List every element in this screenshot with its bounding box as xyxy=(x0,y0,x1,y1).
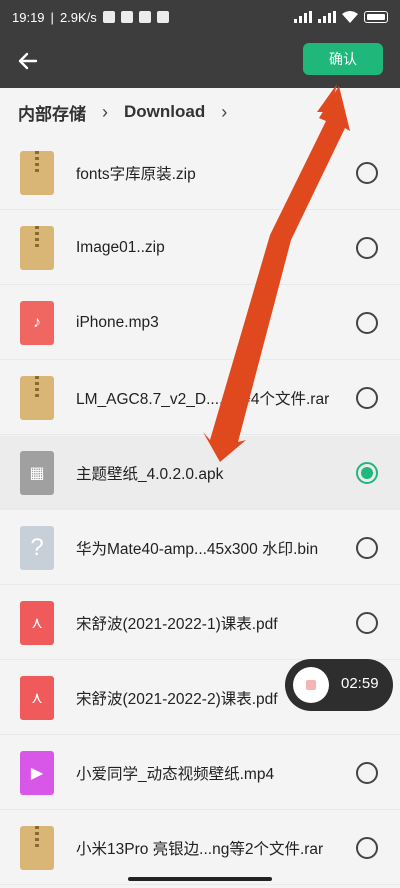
zip-file-icon xyxy=(20,375,54,420)
radio-unselected[interactable] xyxy=(356,161,378,184)
breadcrumb-root[interactable]: 内部存储 xyxy=(18,100,86,125)
file-name: 小爱同学_动态视频壁纸.mp4 xyxy=(76,765,275,783)
zipper-mark xyxy=(35,150,39,173)
status-bar: 19:19 | 2.9K/s xyxy=(0,0,400,34)
radio-unselected[interactable] xyxy=(356,386,378,409)
file-name: iPhone.mp3 xyxy=(76,313,159,331)
mp4-file-icon: ▶ xyxy=(20,750,54,795)
confirm-button[interactable]: 确认 xyxy=(303,43,383,75)
mp3-file-icon: ♪ xyxy=(20,300,54,345)
screen-recorder-widget[interactable]: 02:59 xyxy=(285,659,393,711)
file-name: 主题壁纸_4.0.2.0.apk xyxy=(76,465,224,483)
zipper-mark xyxy=(35,825,39,848)
pdf-file-icon: ⋏ xyxy=(20,600,54,645)
chevron-right-icon: › xyxy=(102,101,108,122)
chevron-right-icon: › xyxy=(221,101,228,122)
zip-file-icon xyxy=(20,825,54,870)
file-name: fonts字库原装.zip xyxy=(76,165,196,183)
home-indicator[interactable] xyxy=(128,877,272,881)
battery-icon xyxy=(364,11,388,23)
radio-selected[interactable] xyxy=(356,461,378,484)
file-name: 小米13Pro 亮银边...ng等2个文件.rar xyxy=(76,840,324,858)
file-name: LM_AGC8.7_v2_D.....c等4个文件.rar xyxy=(76,390,330,408)
back-arrow-icon[interactable] xyxy=(14,47,42,75)
file-row[interactable]: ♪ iPhone.mp3 xyxy=(0,286,400,360)
bin-file-icon: ? xyxy=(20,525,54,570)
apk-file-icon: ▦ xyxy=(20,450,54,495)
file-list: fonts字库原装.zip Image01..zip ♪ iPhone.mp3 LM_A… xyxy=(0,136,400,888)
signal-icon-2 xyxy=(318,11,336,23)
radio-unselected[interactable] xyxy=(356,236,378,259)
breadcrumb: 内部存储 › Download › xyxy=(0,88,400,136)
radio-unselected[interactable] xyxy=(356,311,378,334)
file-row[interactable]: 小米13Pro 亮银边...ng等2个文件.rar xyxy=(0,811,400,885)
signal-icon xyxy=(294,11,312,23)
stop-record-icon[interactable] xyxy=(293,667,329,703)
radio-unselected[interactable] xyxy=(356,836,378,859)
zip-file-icon xyxy=(20,150,54,195)
file-name: 华为Mate40-amp...45x300 水印.bin xyxy=(76,540,319,558)
qq-icon xyxy=(138,11,151,23)
breadcrumb-current[interactable]: Download xyxy=(124,102,205,122)
radio-unselected[interactable] xyxy=(356,761,378,784)
file-row[interactable]: Image01..zip xyxy=(0,211,400,285)
record-timer: 02:59 xyxy=(341,675,379,692)
zipper-mark xyxy=(35,225,39,248)
file-row[interactable]: LM_AGC8.7_v2_D.....c等4个文件.rar xyxy=(0,361,400,435)
file-row[interactable]: ? 华为Mate40-amp...45x300 水印.bin xyxy=(0,511,400,585)
file-name: Image01..zip xyxy=(76,238,165,256)
zip-file-icon xyxy=(20,225,54,270)
file-row[interactable]: ▶ 小爱同学_动态视频壁纸.mp4 xyxy=(0,736,400,810)
pdf-file-icon: ⋏ xyxy=(20,675,54,720)
network-speed: 2.9K/s xyxy=(59,9,97,25)
file-row[interactable]: ⋏ 宋舒波(2021-2022-1)课表.pdf xyxy=(0,586,400,660)
app-notification-icon xyxy=(120,11,133,23)
radio-unselected[interactable] xyxy=(356,611,378,634)
wifi-icon xyxy=(342,11,358,23)
file-row[interactable]: ▦ 主题壁纸_4.0.2.0.apk xyxy=(0,436,400,510)
zipper-mark xyxy=(35,375,39,398)
notification-icon xyxy=(156,11,169,23)
status-time: 19:19 xyxy=(12,9,45,25)
file-name: 宋舒波(2021-2022-1)课表.pdf xyxy=(76,615,278,633)
mute-icon xyxy=(102,11,115,23)
radio-unselected[interactable] xyxy=(356,536,378,559)
file-row[interactable]: fonts字库原装.zip xyxy=(0,136,400,210)
